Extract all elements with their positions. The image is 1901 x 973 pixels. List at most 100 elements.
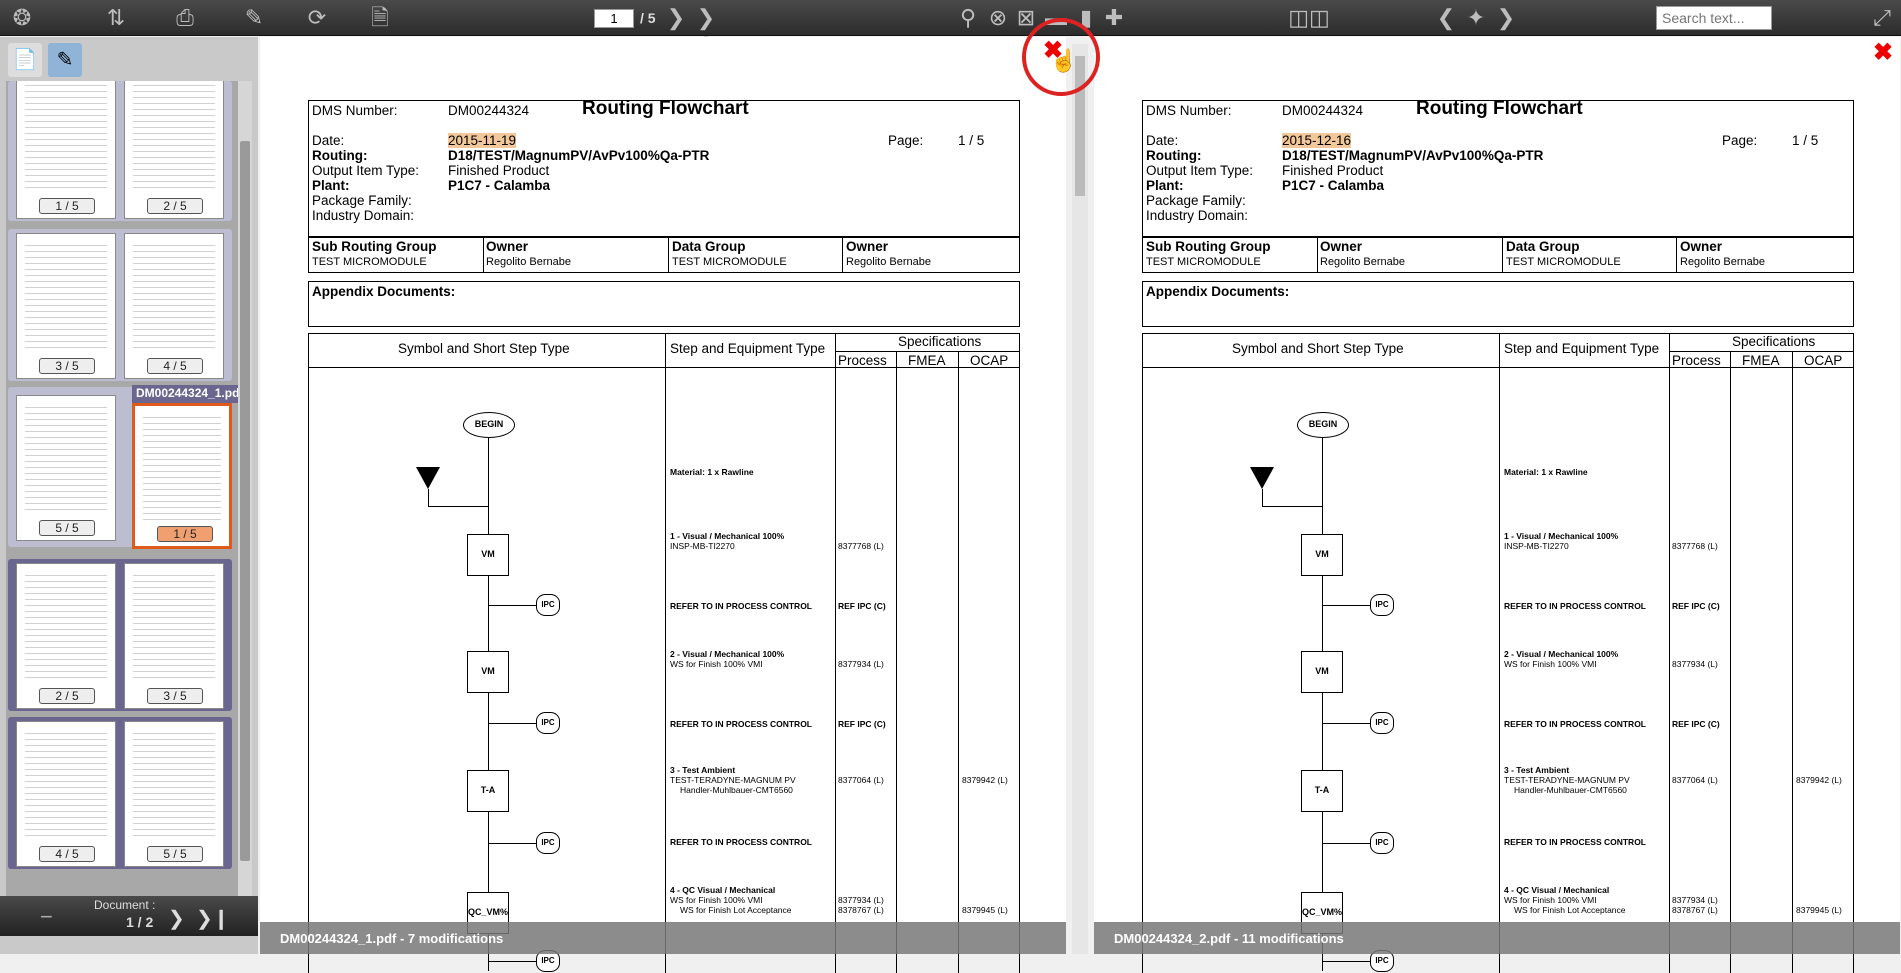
page-thumbnail[interactable]: 2 / 5 bbox=[124, 81, 224, 219]
thumb-page-label: 5 / 5 bbox=[39, 520, 95, 536]
page-number-input[interactable]: 1 bbox=[594, 9, 634, 28]
next-page-icon[interactable]: ❯ bbox=[662, 4, 690, 32]
document-pane-1[interactable]: DMS Number: DM00244324 Routing Flowchart Da… bbox=[260, 37, 1066, 973]
thumb-page-label: 1 / 5 bbox=[157, 526, 213, 542]
th-process: Process bbox=[838, 353, 887, 368]
th-step: Step and Equipment Type bbox=[670, 341, 826, 356]
th-symbol: Symbol and Short Step Type bbox=[1232, 341, 1404, 356]
thumb-page-label: 3 / 5 bbox=[39, 358, 95, 374]
document-pane-2[interactable]: DMS Number: DM00244324 Routing Flowchart Da… bbox=[1094, 37, 1900, 973]
next-diff-icon[interactable]: ❯ bbox=[1492, 4, 1520, 32]
step-table bbox=[1142, 333, 1854, 973]
industry-label: Industry Domain: bbox=[312, 208, 415, 223]
step-equipment: WS for Finish 100% VMI bbox=[1504, 895, 1597, 905]
last-page-icon[interactable]: ❯❙ bbox=[692, 4, 720, 58]
document-index: 1 / 2 bbox=[126, 914, 154, 930]
step-title: 4 - QC Visual / Mechanical bbox=[670, 885, 776, 895]
diff-marker-icon[interactable]: ✦ bbox=[1462, 4, 1490, 32]
thumb-page-label: 3 / 5 bbox=[147, 688, 203, 704]
step-box: VM bbox=[1301, 534, 1343, 576]
step-title: 1 - Visual / Mechanical 100% bbox=[1504, 531, 1619, 541]
prev-diff-icon[interactable]: ❮ bbox=[1432, 4, 1460, 32]
step-title: REFER TO IN PROCESS CONTROL bbox=[670, 837, 812, 847]
step-box: T-A bbox=[467, 770, 509, 812]
output-label: Output Item Type: bbox=[312, 163, 420, 178]
scrollbar-thumb[interactable] bbox=[240, 141, 250, 861]
page-thumbnail[interactable]: 4 / 5 bbox=[124, 233, 224, 379]
file-status-footer: DM00244324_1.pdf - 7 modifications bbox=[260, 922, 1066, 954]
sync-icon[interactable]: ⟳ bbox=[303, 4, 331, 32]
step-title: 4 - QC Visual / Mechanical bbox=[1504, 885, 1610, 895]
sort-icon[interactable]: ⇅ bbox=[102, 4, 130, 32]
thumbnail-list[interactable]: 1 / 5 2 / 5 3 / 5 4 / 5 5 / 5 DM00244324… bbox=[6, 81, 238, 901]
th-fmea: FMEA bbox=[1742, 353, 1780, 368]
doc-title: Routing Flowchart bbox=[582, 98, 749, 119]
page-thumbnail[interactable]: 4 / 5 bbox=[16, 721, 116, 867]
routing-label: Routing: bbox=[312, 148, 368, 163]
step-box: VM bbox=[1301, 651, 1343, 693]
page-thumbnail[interactable]: 3 / 5 bbox=[16, 233, 116, 379]
compare-layout-icon[interactable]: ◫◫ bbox=[1282, 4, 1336, 32]
col-owner: Owner bbox=[1320, 239, 1363, 254]
page-thumbnail-selected[interactable]: 1 / 5 bbox=[132, 403, 232, 549]
page-thumbnail[interactable]: 5 / 5 bbox=[16, 395, 116, 541]
process-value: 8377934 (L) bbox=[1672, 895, 1718, 905]
thumb-group: 5 / 5 DM00244324_1.pdf 1 / 5 bbox=[8, 385, 238, 549]
hand-cursor-icon: ☝ bbox=[1050, 48, 1078, 73]
page-thumbnail[interactable]: 2 / 5 bbox=[16, 563, 116, 709]
process-value-2: 8378767 (L) bbox=[1672, 905, 1718, 915]
date-value: 2015-11-19 bbox=[448, 133, 517, 148]
thumbnail-sidebar: 📄 ✎ 1 / 5 2 / 5 3 / 5 4 / 5 5 / 5 DM0024… bbox=[0, 37, 258, 954]
step-equipment: WS for Finish 100% VMI bbox=[670, 895, 763, 905]
th-specifications: Specifications bbox=[1732, 334, 1816, 349]
report-icon[interactable]: 🗎 bbox=[366, 4, 394, 32]
th-process: Process bbox=[1672, 353, 1721, 368]
routing-value: D18/TEST/MagnumPV/AvPv100%Qa-PTR bbox=[1282, 148, 1544, 163]
page-total: / 5 bbox=[640, 10, 656, 26]
expand-icon[interactable]: ⤢ bbox=[1868, 4, 1896, 32]
next-document-icon[interactable]: ❯ bbox=[168, 906, 185, 931]
search-input[interactable] bbox=[1656, 6, 1772, 30]
col-sub-routing: Sub Routing Group bbox=[1146, 239, 1271, 254]
step-equipment: WS for Finish 100% VMI bbox=[1504, 659, 1597, 669]
ipc-shape: IPC bbox=[536, 594, 560, 616]
edit-icon[interactable]: ✎ bbox=[240, 4, 268, 32]
thumb-page-label: 2 / 5 bbox=[147, 198, 203, 214]
routing-label: Routing: bbox=[1146, 148, 1202, 163]
process-value: 8377064 (L) bbox=[1672, 775, 1718, 785]
process-value: 8377064 (L) bbox=[838, 775, 884, 785]
app-logo-icon[interactable]: ❂ bbox=[8, 4, 36, 32]
process-value-2: 8378767 (L) bbox=[838, 905, 884, 915]
process-value: 8377934 (L) bbox=[838, 895, 884, 905]
ipc-shape: IPC bbox=[1370, 594, 1394, 616]
page-thumbnail[interactable]: 1 / 5 bbox=[16, 81, 116, 219]
annotation-icon[interactable]: ✎ bbox=[48, 43, 82, 77]
prev-document-icon[interactable]: − bbox=[40, 904, 53, 930]
col-sub-routing: Sub Routing Group bbox=[312, 239, 437, 254]
scanner-icon[interactable]: ⎙ bbox=[171, 4, 199, 32]
package-label: Package Family: bbox=[312, 193, 412, 208]
step-table bbox=[308, 333, 1020, 973]
page-thumbnail[interactable]: 5 / 5 bbox=[124, 721, 224, 867]
page-thumbnail[interactable]: 3 / 5 bbox=[124, 563, 224, 709]
th-fmea: FMEA bbox=[908, 353, 946, 368]
zoom-in-icon[interactable]: ⚲ bbox=[954, 4, 982, 32]
output-label: Output Item Type: bbox=[1146, 163, 1254, 178]
process-value: REF IPC (C) bbox=[838, 719, 886, 729]
file-status-footer: DM00244324_2.pdf - 11 modifications bbox=[1094, 922, 1900, 954]
triangle-shape bbox=[1250, 467, 1274, 489]
pane1-scrollbar[interactable] bbox=[1072, 44, 1088, 954]
process-value: 8377934 (L) bbox=[1672, 659, 1718, 669]
close-icon[interactable]: ✖ bbox=[1873, 38, 1893, 67]
zoom-reset-icon[interactable]: ⊗ bbox=[984, 4, 1012, 32]
owner-2-value: Regolito Bernabe bbox=[846, 256, 932, 268]
main-toolbar: ❂ ⇅ ⎙ ✎ ⟳ 🗎 1 / 5 ❯ ❯❙ ⚲ ⊗ ⊠ ▬ ▮ ✚ ◫◫ ❮ … bbox=[0, 0, 1901, 58]
page-icon[interactable]: 📄 bbox=[8, 43, 42, 77]
process-value: 8377768 (L) bbox=[1672, 541, 1718, 551]
data-group-value: TEST MICROMODULE bbox=[1506, 256, 1621, 268]
fullscreen-icon[interactable]: ✚ bbox=[1100, 4, 1128, 32]
sidebar-scrollbar[interactable] bbox=[238, 81, 252, 901]
step-title: 3 - Test Ambient bbox=[670, 765, 736, 775]
ipc-shape: IPC bbox=[536, 832, 560, 854]
last-document-icon[interactable]: ❯❙ bbox=[196, 906, 230, 931]
